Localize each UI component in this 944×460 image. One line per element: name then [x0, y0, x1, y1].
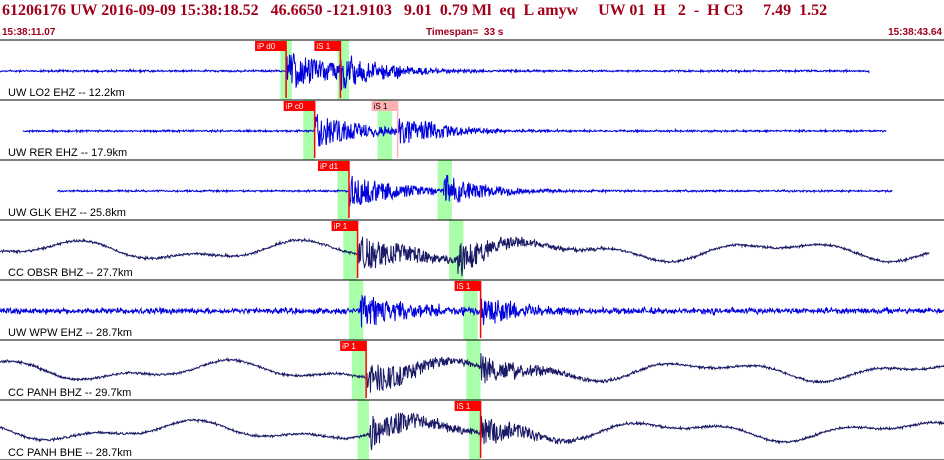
- channel-label-6: CC PANH BHE -- 28.7km: [8, 447, 132, 459]
- trace-waveform-1: [22, 114, 887, 147]
- trace-waveform-3: [0, 235, 930, 277]
- pick-label-2-0: iP d1: [320, 162, 339, 171]
- channel-label-5: CC PANH BHZ -- 29.7km: [8, 387, 131, 399]
- pick-label-4-0: iS 1: [457, 282, 471, 291]
- seismogram-panel: iP d0 iS 1 UW LO2 EHZ -- 12.2km iP c0 iS 1 UW…: [0, 39, 944, 460]
- channel-label-4: UW WPW EHZ -- 28.7km: [8, 327, 132, 339]
- pick-label-1-0: iP c0: [286, 102, 304, 111]
- pick-label-0-1: iS 1: [316, 42, 330, 51]
- phase-window-6-0: [357, 400, 370, 460]
- seismogram-viewer: { "header": { "title": "61206176 UW 2016…: [0, 0, 944, 460]
- pick-label-3-0: iP 1: [334, 222, 348, 231]
- channel-label-1: UW RER EHZ -- 17.9km: [8, 147, 127, 159]
- pick-label-6-0: iS 1: [457, 402, 471, 411]
- trace-waveform-0: [0, 53, 870, 91]
- channel-label-0: UW LO2 EHZ -- 12.2km: [8, 87, 125, 99]
- pick-label-1-1: iS 1: [374, 102, 388, 111]
- channel-label-3: CC OBSR BHZ -- 27.7km: [8, 267, 133, 279]
- pick-label-5-0: iP 1: [342, 342, 356, 351]
- channel-label-2: UW GLK EHZ -- 25.8km: [8, 207, 126, 219]
- pick-label-0-0: iP d0: [257, 42, 276, 51]
- trace-waveform-2: [57, 174, 893, 207]
- phase-window-5-1: [466, 340, 481, 400]
